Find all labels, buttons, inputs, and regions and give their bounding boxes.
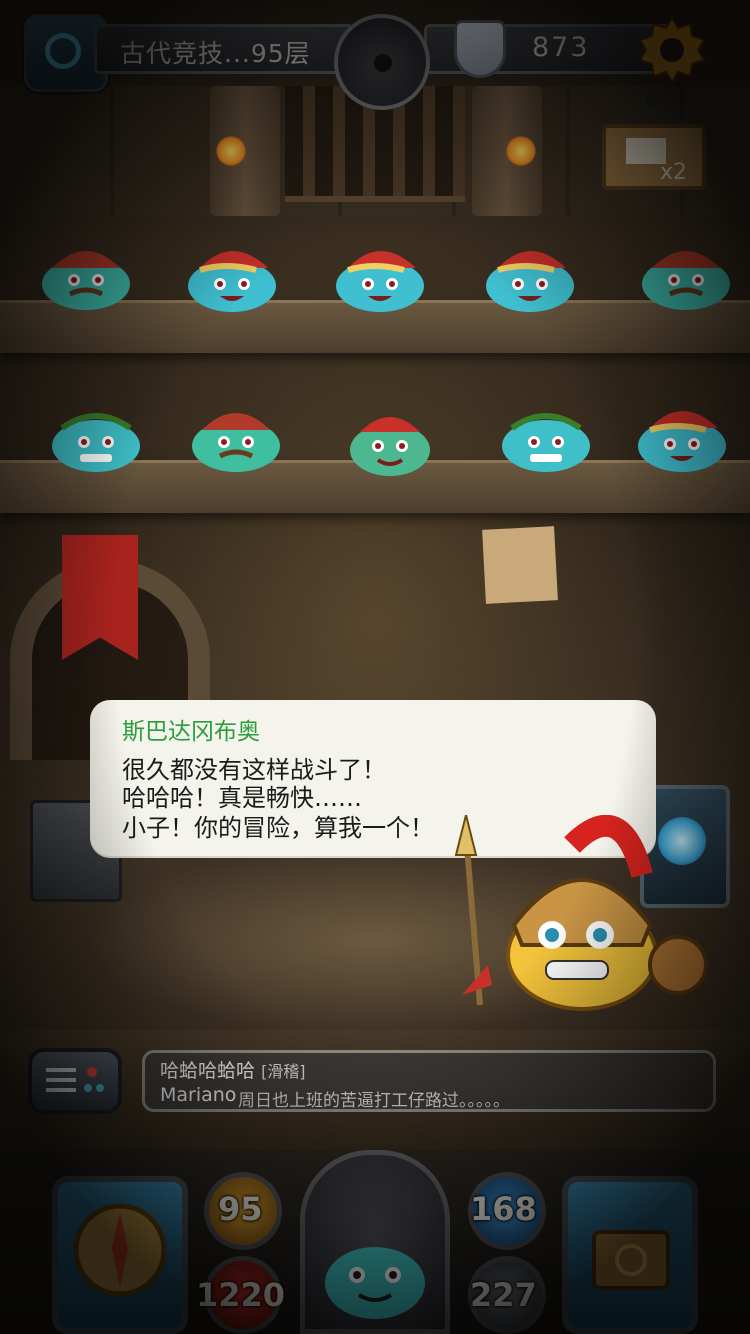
defense-value: 227 <box>470 1276 537 1314</box>
chat-line-1: 哈蛤哈蛤哈 [滑稽] <box>160 1056 306 1083</box>
dialog-line: 小子！你的冒险，算我一个！ <box>122 814 434 842</box>
attack-value: 95 <box>218 1190 263 1228</box>
supply-count: x2 <box>660 160 688 185</box>
audience-slime-red-hat <box>188 251 276 312</box>
spartan-hero[interactable] <box>452 815 712 1015</box>
audience-slime-miner <box>192 413 280 472</box>
compass-hero-icon[interactable] <box>52 1176 188 1334</box>
health-value: 1220 <box>196 1276 286 1314</box>
audience-slime-candy <box>350 417 430 476</box>
audience-slime-red-hat <box>336 251 424 312</box>
chat-menu-icon[interactable] <box>28 1048 122 1114</box>
shield-icon <box>454 20 506 78</box>
chat-message-text: 哈蛤哈蛤哈 <box>160 1060 256 1082</box>
chat-message-text: 周日也上班的苦逼打工仔路过。。。。。 <box>238 1091 510 1111</box>
top-bar: 古代竞技...95层 873 <box>24 14 724 110</box>
wall-notice[interactable] <box>482 526 558 604</box>
audience-slime-laurel <box>52 413 140 472</box>
speaker-name: 斯巴达冈布奥 <box>122 719 260 745</box>
audience-slime-red-hat <box>638 411 726 472</box>
compass-icon[interactable] <box>334 14 430 110</box>
audience-slime-laurel <box>502 413 590 472</box>
chat-username: Mariano <box>160 1084 237 1106</box>
gear-icon[interactable] <box>636 14 708 86</box>
score-value: 873 <box>532 32 590 63</box>
audience-slime-miner <box>642 251 730 310</box>
floor-level-label: 古代竞技...95层 <box>120 39 311 68</box>
left-torch-icon <box>216 136 246 166</box>
player-portrait[interactable] <box>300 1150 450 1334</box>
audience-slime-miner <box>42 251 130 310</box>
magic-book-icon[interactable] <box>562 1176 698 1334</box>
right-torch-icon <box>506 136 536 166</box>
audience-slime-red-hat <box>486 251 574 312</box>
supply-crate-icon[interactable] <box>600 92 708 190</box>
magic-value: 168 <box>470 1190 537 1228</box>
chat-emote-tag: [滑稽] <box>261 1062 306 1081</box>
game-screen: x2 古代竞技...95层 873 斯巴达冈布奥 很久都没有这样战斗了！ 哈哈哈… <box>0 0 750 1334</box>
